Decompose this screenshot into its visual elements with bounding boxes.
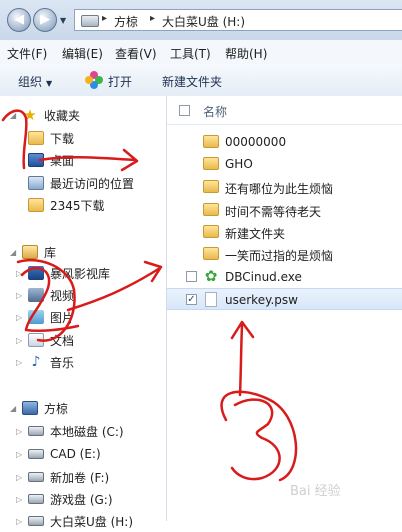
file-row[interactable]: 时间不需等待老天 [167, 199, 402, 221]
menu-bar: 文件(F) 编辑(E) 查看(V) 工具(T) 帮助(H) [0, 40, 402, 65]
tree-item-recent[interactable]: 最近访问的位置 [28, 172, 134, 194]
collapse-arrow-icon[interactable]: ◢ [10, 404, 22, 413]
watermark-text: Bai 经验 [290, 484, 341, 499]
tree-computer[interactable]: ◢ 方椋 [10, 397, 68, 419]
folder-icon [203, 180, 219, 193]
address-bar-area: ◀ ▶ ▼ ▸ 方椋 ▸ 大白菜U盘 (H:) [0, 0, 402, 40]
tree-item-2345-downloads[interactable]: 2345下载 [28, 194, 105, 216]
recent-places-icon [28, 176, 44, 190]
navigation-pane: ◢ ★ 收藏夹 下载 桌面 最近访问的位置 2345下载 ◢ 库 ▷ 暴风影视库 ▷ 视频… [0, 96, 167, 529]
tree-libraries[interactable]: ◢ 库 [10, 241, 56, 263]
tree-item-drive-f[interactable]: ▷ 新加卷 (F:) [16, 466, 109, 488]
column-header: 名称 [167, 96, 402, 125]
file-row[interactable]: 一笑而过指的是烦恼 [167, 243, 402, 265]
menu-tools[interactable]: 工具(T) [170, 45, 211, 62]
tree-favorites[interactable]: ◢ ★ 收藏夹 [10, 104, 80, 126]
folder-icon [28, 198, 44, 212]
file-list-pane: 名称 00000000 GHO 还有哪位为此生烦恼 时间不需等待老天 新建文件夹… [167, 96, 402, 521]
file-row-selected[interactable]: ✓ userkey.psw [167, 288, 402, 310]
folder-icon [203, 247, 219, 260]
collapse-arrow-icon[interactable]: ◢ [10, 111, 22, 120]
video-icon [28, 288, 44, 302]
breadcrumb-separator: ▸ [102, 13, 108, 24]
forward-button[interactable]: ▶ [33, 8, 57, 32]
expand-arrow-icon[interactable]: ▷ [16, 269, 28, 278]
history-dropdown-icon[interactable]: ▼ [60, 16, 66, 25]
expand-arrow-icon[interactable]: ▷ [16, 517, 28, 526]
expand-arrow-icon[interactable]: ▷ [16, 450, 28, 459]
expand-arrow-icon[interactable]: ▷ [16, 313, 28, 322]
menu-view[interactable]: 查看(V) [115, 45, 157, 62]
folder-icon [203, 135, 219, 148]
menu-edit[interactable]: 编辑(E) [62, 45, 103, 62]
usb-drive-icon [28, 516, 44, 526]
tree-item-drive-e[interactable]: ▷ CAD (E:) [16, 443, 101, 465]
tree-item-desktop[interactable]: 桌面 [28, 149, 74, 171]
folder-icon [203, 203, 219, 216]
address-field[interactable]: ▸ 方椋 ▸ 大白菜U盘 (H:) [74, 9, 402, 31]
desktop-icon [28, 153, 44, 167]
file-row[interactable]: 00000000 [167, 131, 402, 153]
command-bar: 组织 ▼ 打开 新建文件夹 [0, 64, 402, 97]
expand-arrow-icon[interactable]: ▷ [16, 495, 28, 504]
collapse-arrow-icon[interactable]: ◢ [10, 248, 22, 257]
open-app-icon [85, 71, 103, 89]
folder-icon [28, 131, 44, 145]
column-name-header[interactable]: 名称 [203, 103, 227, 120]
computer-icon [22, 401, 38, 415]
file-row[interactable]: 还有哪位为此生烦恼 [167, 176, 402, 198]
tree-item-drive-g[interactable]: ▷ 游戏盘 (G:) [16, 488, 113, 510]
hard-drive-icon [28, 426, 44, 436]
expand-arrow-icon[interactable]: ▷ [16, 336, 28, 345]
tree-item-videos[interactable]: ▷ 视频 [16, 284, 74, 306]
file-icon [205, 292, 217, 307]
hard-drive-icon [28, 472, 44, 482]
select-all-checkbox[interactable] [179, 105, 190, 116]
document-icon [28, 333, 44, 347]
tree-item-drive-c[interactable]: ▷ 本地磁盘 (C:) [16, 420, 124, 442]
expand-arrow-icon[interactable]: ▷ [16, 427, 28, 436]
folder-icon [203, 157, 219, 170]
breadcrumb-separator: ▸ [150, 13, 156, 24]
breadcrumb-computer[interactable]: 方椋 [114, 13, 138, 30]
menu-help[interactable]: 帮助(H) [225, 45, 267, 62]
expand-arrow-icon[interactable]: ▷ [16, 291, 28, 300]
hard-drive-icon [28, 449, 44, 459]
music-note-icon: ♪ [31, 354, 41, 370]
picture-icon [28, 310, 44, 324]
drive-icon [81, 15, 99, 27]
file-row[interactable]: GHO [167, 153, 402, 175]
tree-item-pictures[interactable]: ▷ 图片 [16, 306, 74, 328]
chevron-down-icon: ▼ [46, 79, 53, 88]
tree-item-documents[interactable]: ▷ 文档 [16, 329, 74, 351]
tree-item-drive-h[interactable]: ▷ 大白菜U盘 (H:) [16, 510, 133, 532]
expand-arrow-icon[interactable]: ▷ [16, 473, 28, 482]
media-library-icon [28, 266, 44, 280]
exe-icon: ✿ [204, 267, 218, 285]
file-row[interactable]: 新建文件夹 [167, 221, 402, 243]
star-icon: ★ [23, 106, 37, 124]
breadcrumb-drive[interactable]: 大白菜U盘 (H:) [162, 13, 245, 30]
menu-file[interactable]: 文件(F) [7, 45, 47, 62]
folder-icon [203, 225, 219, 238]
expand-arrow-icon[interactable]: ▷ [16, 358, 28, 367]
row-checkbox-checked[interactable]: ✓ [186, 294, 197, 305]
back-button[interactable]: ◀ [7, 8, 31, 32]
row-checkbox[interactable] [186, 271, 197, 282]
file-row[interactable]: ✿ DBCinud.exe [167, 266, 402, 288]
tree-item-downloads[interactable]: 下载 [28, 127, 74, 149]
new-folder-button[interactable]: 新建文件夹 [162, 73, 222, 90]
library-icon [22, 245, 38, 259]
open-button[interactable]: 打开 [108, 73, 132, 90]
organize-button[interactable]: 组织 ▼ [18, 73, 52, 90]
tree-item-music[interactable]: ▷ ♪ 音乐 [16, 351, 74, 373]
hard-drive-icon [28, 494, 44, 504]
tree-item-baofeng[interactable]: ▷ 暴风影视库 [16, 262, 110, 284]
organize-label: 组织 [18, 75, 43, 89]
